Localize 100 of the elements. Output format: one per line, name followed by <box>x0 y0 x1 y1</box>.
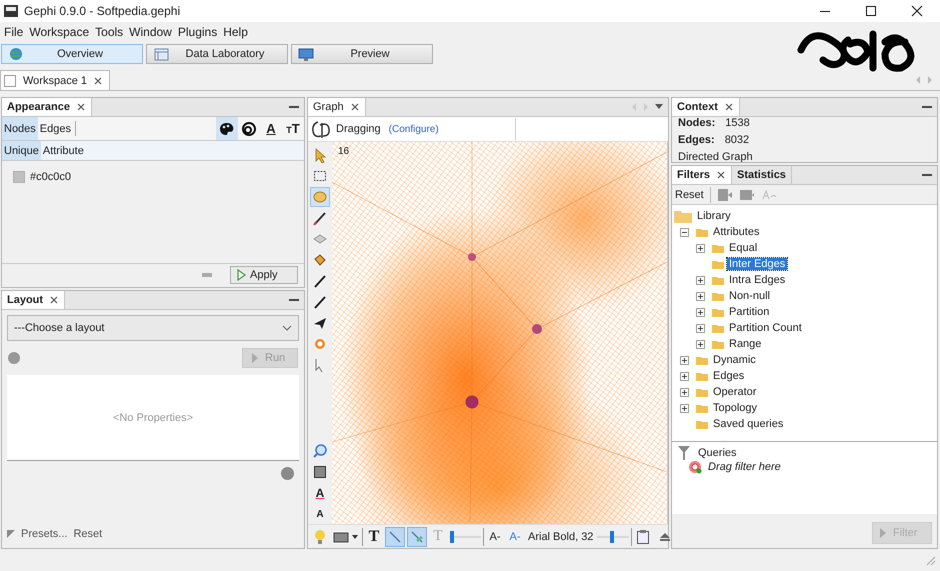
menu-item[interactable]: Tools <box>92 23 126 41</box>
edge-color-button[interactable] <box>407 526 427 546</box>
graph-node <box>532 324 542 334</box>
panel-tab[interactable]: Appearance <box>2 98 92 116</box>
queries-label: Queries <box>698 447 737 459</box>
help-icon[interactable] <box>281 467 294 480</box>
apply-button[interactable]: Apply <box>230 266 298 284</box>
close-icon[interactable] <box>93 76 103 86</box>
edge-color-icon <box>409 528 425 544</box>
color-swatch[interactable] <box>13 171 25 183</box>
folder-icon <box>712 243 724 253</box>
menu-item[interactable]: Plugins <box>174 23 220 41</box>
camera-icon <box>333 530 349 542</box>
dropdown-icon[interactable] <box>654 103 664 111</box>
font-size-button[interactable]: A- <box>486 526 504 546</box>
tree-item[interactable]: Attributes <box>711 226 762 238</box>
show-edges-button[interactable] <box>385 526 405 546</box>
mode-tab[interactable]: Unique <box>2 141 41 160</box>
tree-item[interactable]: Non-null <box>727 290 772 302</box>
tree-item[interactable]: Partition Count <box>727 322 804 334</box>
tree-item[interactable]: Equal <box>727 242 760 254</box>
tree-item[interactable]: Dynamic <box>711 354 758 366</box>
airplane-icon <box>312 315 328 331</box>
resize-grip-icon <box>926 556 936 566</box>
folder-icon <box>712 259 724 269</box>
label-color-button[interactable]: A <box>310 483 330 503</box>
expand-icon[interactable] <box>680 404 689 412</box>
slider-thumb[interactable] <box>610 530 614 542</box>
folder-icon <box>696 387 708 397</box>
label-size-button[interactable]: TT <box>282 117 304 140</box>
perspective-button[interactable]: Data Laboratory <box>146 44 288 64</box>
properties-placeholder: <No Properties> <box>112 412 194 424</box>
perspective-button[interactable]: Preview <box>291 44 433 64</box>
menu-item[interactable]: Workspace <box>26 23 92 41</box>
panel-tab[interactable]: Filters <box>672 166 732 184</box>
folder-icon <box>712 339 724 349</box>
element-tab[interactable]: Edges <box>38 117 73 140</box>
tree-item[interactable]: Range <box>727 338 764 350</box>
expand-icon[interactable] <box>696 308 705 316</box>
close-icon[interactable] <box>76 102 86 112</box>
tree-item[interactable]: Operator <box>711 386 758 398</box>
close-icon[interactable] <box>724 102 734 112</box>
reset-link[interactable]: Reset <box>73 528 102 540</box>
folder-icon <box>696 355 708 365</box>
play-icon <box>251 352 259 364</box>
tree-item[interactable]: Topology <box>711 402 760 414</box>
label-size-button[interactable]: A <box>310 504 330 524</box>
expand-icon[interactable] <box>696 340 705 348</box>
mode-tab[interactable]: Attribute <box>40 141 86 160</box>
close-icon[interactable] <box>350 102 360 112</box>
tree-item[interactable]: Intra Edges <box>727 274 788 286</box>
slider-thumb[interactable] <box>450 530 454 542</box>
expand-icon[interactable] <box>696 292 705 300</box>
folder-icon <box>696 419 708 429</box>
scale-slider[interactable] <box>597 530 630 542</box>
counter-label: 16 <box>338 146 350 157</box>
palette-button[interactable] <box>216 117 238 140</box>
scale-slider[interactable] <box>449 530 481 542</box>
show-labels-button[interactable]: T <box>365 526 383 546</box>
close-icon[interactable] <box>911 5 923 17</box>
expand-icon[interactable] <box>680 372 689 380</box>
label-color-button[interactable]: A <box>260 117 282 140</box>
graph-node <box>466 396 478 408</box>
presets-link[interactable]: Presets... <box>21 528 68 540</box>
close-icon[interactable] <box>49 295 60 305</box>
font-button[interactable]: Arial Bold, 32 <box>526 526 596 546</box>
tree-item[interactable]: Edges <box>711 370 746 382</box>
reset-button[interactable]: Reset <box>675 188 704 200</box>
menu-item[interactable]: File <box>1 23 26 41</box>
maximize-icon[interactable] <box>865 5 877 17</box>
expand-icon[interactable] <box>680 356 689 364</box>
expand-icon[interactable] <box>696 324 705 332</box>
menu-item[interactable]: Window <box>126 23 175 41</box>
folder-icon <box>712 291 724 301</box>
square-icon <box>312 464 328 480</box>
tree-item[interactable]: Inter Edges <box>727 258 788 270</box>
workspace-tab[interactable]: Workspace 1 <box>0 70 110 90</box>
tree-item[interactable]: Saved queries <box>711 418 786 430</box>
expand-icon[interactable] <box>680 388 689 396</box>
nodes-count: 1538 <box>725 117 750 130</box>
configure-link[interactable]: (Configure) <box>388 124 439 134</box>
graph-node <box>468 253 476 261</box>
panel-tab[interactable]: Context <box>672 98 740 116</box>
tree-item[interactable]: Library <box>695 210 733 222</box>
panel-tab[interactable]: Graph <box>308 98 366 116</box>
collapse-icon[interactable] <box>680 228 689 236</box>
menu-item[interactable]: Help <box>220 23 251 41</box>
expand-icon[interactable] <box>696 244 705 252</box>
close-icon[interactable] <box>716 170 726 180</box>
perspective-button[interactable]: Overview <box>1 44 143 64</box>
expand-icon[interactable] <box>696 276 705 284</box>
panel-tab[interactable]: Layout <box>2 291 66 309</box>
play-icon <box>237 268 246 280</box>
palette-icon <box>219 122 235 136</box>
font-color-button[interactable]: A- <box>506 526 524 546</box>
tree-item[interactable]: Partition <box>727 306 772 318</box>
clipboard-icon <box>636 528 650 544</box>
layout-dropdown[interactable]: ---Choose a layout <box>7 315 299 341</box>
element-tab[interactable]: Nodes <box>2 117 38 140</box>
graph-canvas[interactable]: 16 <box>332 142 668 524</box>
